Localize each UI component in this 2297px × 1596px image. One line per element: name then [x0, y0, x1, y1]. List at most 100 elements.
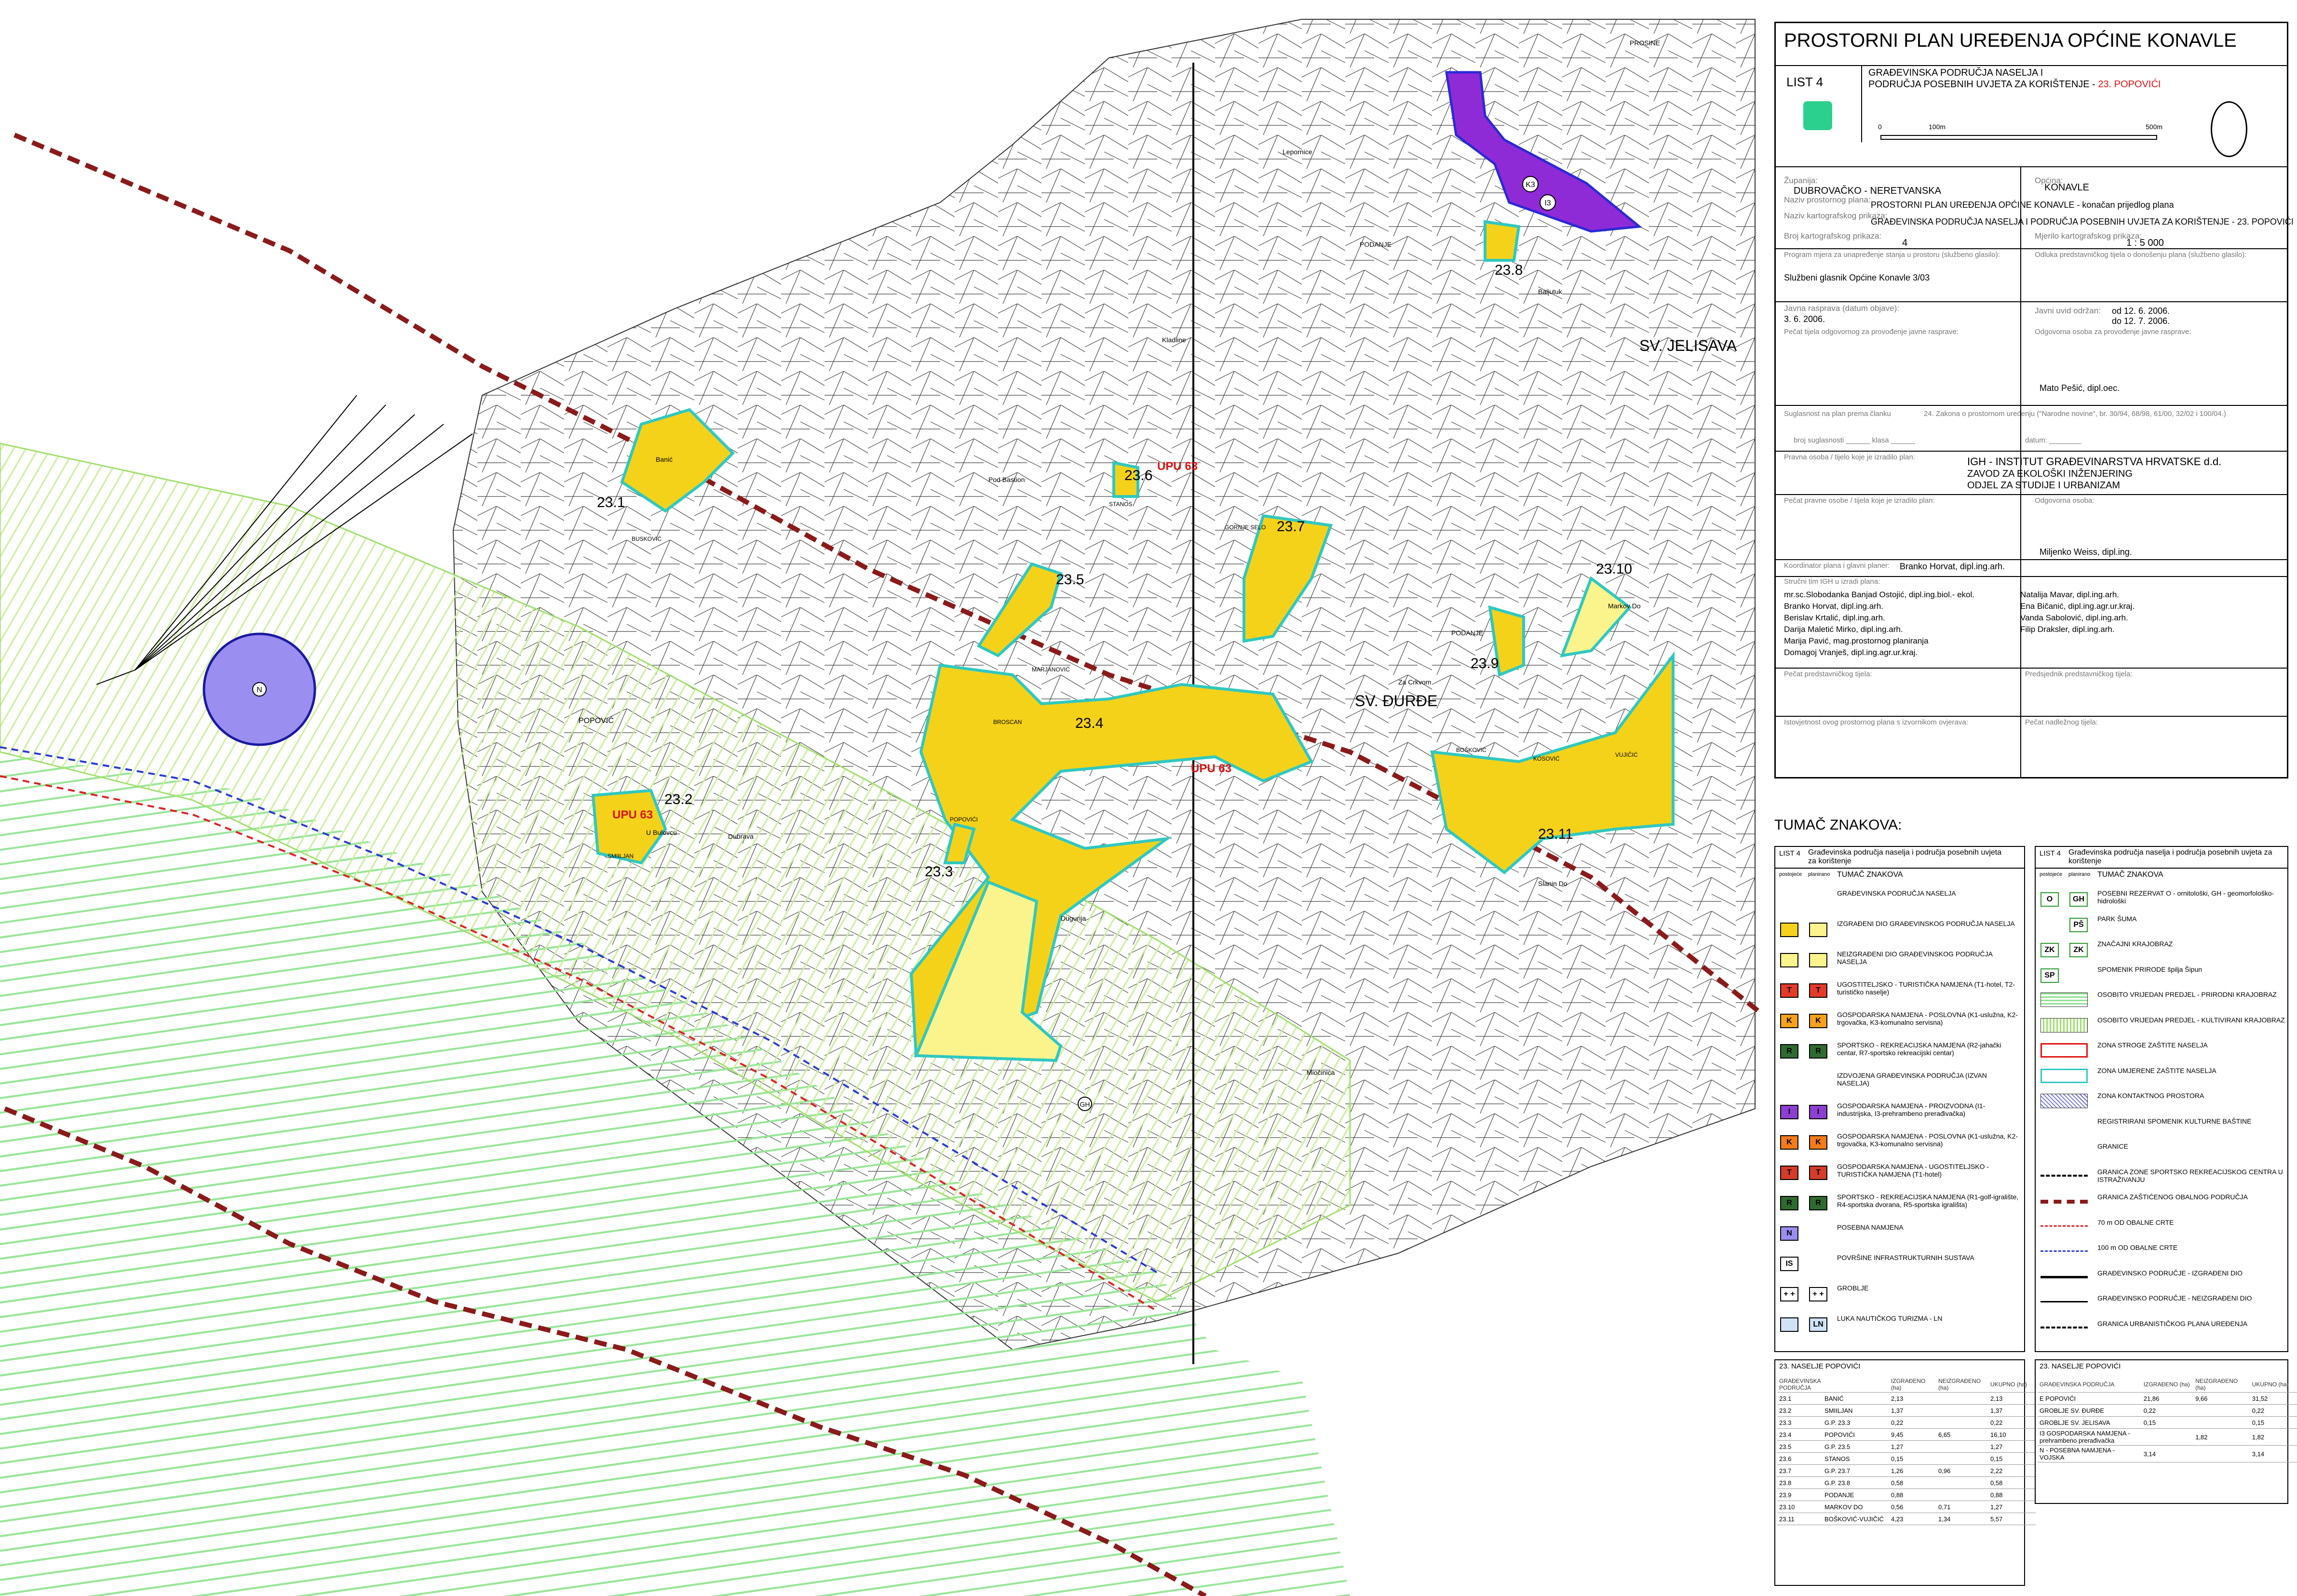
legend-item-label: 70 m OD OBALNE CRTE: [2097, 1218, 2174, 1226]
stats-header-cell: NEIZGRAĐENO (ha): [2193, 1377, 2250, 1393]
legend-item-label: ZONA UMJERENE ZAŠTITE NASELJA: [2097, 1066, 2216, 1074]
legend-item-label: POSEBNI REZERVAT O - ornitološki, GH - g…: [2097, 889, 2274, 905]
stats-cell: 1,27: [1988, 1440, 2036, 1453]
place-name: Slanin Do: [1538, 880, 1567, 887]
place-name: SV. JELISAVA: [1639, 337, 1737, 354]
place-name: VUJIČIĆ: [1615, 751, 1638, 758]
field-label: broj suglasnosti ______ klasa ______: [1794, 436, 1915, 444]
stats-cell: [1936, 1476, 1989, 1489]
legend-pattern-swatch: [2040, 1043, 2088, 1058]
stats-cell: 23.8: [1777, 1476, 1823, 1489]
stats-cell: GROBLJE SV. JELISAVA: [2038, 1416, 2142, 1429]
place-name: PROSINE: [1630, 39, 1660, 47]
place-name: PODANJE: [1451, 629, 1483, 637]
field-value: Miljenko Weiss, dipl.ing.: [2040, 547, 2132, 557]
field-value: ODJEL ZA STUDIJE I URBANIZAM: [1967, 480, 2121, 491]
stats-cell: [1936, 1416, 1989, 1429]
legend-swatch-existing: N: [1780, 1226, 1798, 1241]
stats-cell: [1936, 1452, 1989, 1465]
stats-cell: 6,65: [1936, 1428, 1989, 1441]
stats-row: 23.8 G.P. 23.8 0,58 0,58: [1777, 1476, 2036, 1489]
subtitle-highlight: 23. POPOVIĆI: [2098, 79, 2161, 90]
place-name: BROSCAN: [993, 719, 1022, 725]
stats-cell: 0,71: [1936, 1501, 1989, 1513]
legend-item-label: SPOMENIK PRIRODE špilja Šipun: [2097, 965, 2202, 973]
stats-left-title: 23. NASELJE POPOVIĆI: [1779, 1362, 1861, 1370]
stats-right-title: 23. NASELJE POPOVIĆI: [2040, 1362, 2121, 1370]
field-label: Odluka predstavničkog tijela o donošenju…: [2035, 251, 2247, 259]
stats-header-cell: GRAĐEVINSKA PODRUČJA: [1777, 1377, 1823, 1393]
field-label: Pečat nadležnog tijela:: [2025, 718, 2098, 726]
legend-item-label: GRANICA ZAŠTIĆENOG OBALNOG PODRUČJA: [2097, 1193, 2248, 1201]
place-name: SV. ĐURĐE: [1355, 692, 1437, 710]
legend-item-label: ZONA KONTAKTNOG PROSTORA: [2097, 1092, 2204, 1100]
sheet-subtitle-line1: GRAĐEVINSKA PODRUČJA NASELJA I: [1868, 67, 2043, 78]
place-name: Dugurija: [1061, 914, 1086, 922]
stats-row: GROBLJE SV. ĐURĐE 0,22 0,22: [2038, 1404, 2297, 1417]
stats-cell: 1,37: [1988, 1404, 2036, 1417]
field-label: Mjerilo kartografskog prikaza:: [2035, 231, 2142, 241]
stats-cell: 0,58: [1988, 1476, 2036, 1489]
stats-cell: G.P. 23.3: [1823, 1416, 1890, 1429]
place-name: Banić: [656, 456, 673, 463]
zone-label: 23.5: [1056, 572, 1084, 588]
legend-item-label: GROBLJE: [1837, 1284, 1869, 1292]
stats-cell: 0,88: [1988, 1489, 2036, 1501]
legend-line-swatch: [2040, 1326, 2088, 1328]
place-name: MARJANOVIĆ: [1032, 666, 1070, 673]
field-label: Predsjednik predstavničkog tijela:: [2025, 670, 2133, 678]
team-member: Berislav Krtalić, dipl.ing.arh.: [1784, 613, 1885, 622]
legend-line-swatch: [2040, 1250, 2088, 1252]
stats-cell: 1,34: [1936, 1513, 1989, 1525]
zone-label: 23.9: [1471, 656, 1499, 671]
field-value: ZAVOD ZA EKOLOŠKI INŽENJERING: [1967, 469, 2133, 479]
zone-label: 23.10: [1596, 561, 1632, 577]
stats-cell: [1936, 1404, 1989, 1417]
legend-swatch-planned: R: [1809, 1196, 1827, 1210]
stats-cell: [2193, 1416, 2250, 1429]
stats-cell: I3 GOSPODARSKA NAMJENA - prehrambeno pre…: [2038, 1428, 2142, 1446]
cadastral-map: N 23.1 23.2 23.3 23.4 23.5 23.6 23.7 23.…: [0, 19, 1762, 1596]
legend-heading: TUMAČ ZNAKOVA:: [1774, 817, 1902, 833]
legend-swatch-existing: SP: [2040, 968, 2059, 983]
field-label: Županija:: [1784, 176, 1818, 185]
field-value: 1 : 5 000: [2126, 238, 2164, 248]
title-block: PROSTORNI PLAN UREĐENJA OPĆINE KONAVLE L…: [1765, 0, 2297, 1596]
stats-cell: E POPOVIĆI: [2038, 1392, 2142, 1405]
stats-cell: PODANJE: [1823, 1489, 1890, 1501]
legend-item-label: OSOBITO VRIJEDAN PREDJEL - PRIRODNI KRAJ…: [2097, 991, 2277, 998]
stats-cell: 4,23: [1889, 1513, 1937, 1525]
military-symbol-label: N: [257, 686, 262, 694]
legend-col-planned: planirano: [1808, 872, 1830, 877]
subtitle-text: PODRUČJA POSEBNIH UVJETA ZA KORIŠTENJE -: [1868, 79, 2098, 90]
zone-label: 23.7: [1277, 519, 1305, 535]
scale-bar-zero: 0: [1878, 123, 1882, 131]
scale-bar-mid: 100m: [1929, 123, 1946, 131]
upu-label: UPU 63: [1157, 460, 1198, 473]
place-name: Lepornice: [1283, 148, 1312, 156]
stats-cell: 1,37: [1889, 1404, 1937, 1417]
place-name: Za Crkvom: [1398, 678, 1431, 686]
stats-cell: 0,15: [2250, 1416, 2297, 1429]
field-label: Pečat pravne osobe / tijela koje je izra…: [1784, 496, 1935, 505]
legend-right-sub: TUMAČ ZNAKOVA: [2097, 871, 2163, 879]
stats-cell: STANOS: [1823, 1452, 1890, 1465]
legend-swatch-planned: GH: [2069, 892, 2088, 907]
legend-line-swatch: [2040, 1275, 2088, 1278]
upu-label: UPU 63: [1191, 762, 1231, 775]
zone-23-top[interactable]: [1484, 220, 1521, 262]
stats-header-row: GRAĐEVINSKA PODRUČJA IZGRAĐENO (ha) NEIZGR…: [2038, 1377, 2297, 1393]
zone-label: 23.2: [664, 791, 692, 807]
legend-item-label: SPORTSKO - REKREACIJSKA NAMJENA (R1-golf…: [1837, 1193, 2019, 1208]
legend-sheet-label: LIST 4: [2040, 849, 2061, 858]
legend-item-label: GRANICE: [2097, 1142, 2128, 1150]
stats-header-cell: GRAĐEVINSKA PODRUČJA: [2038, 1377, 2142, 1393]
team-member: Vanda Sabolović, dipl.ing.arh.: [2020, 613, 2128, 622]
legend-item-label: ZNAČAJNI KRAJOBRAZ: [2097, 940, 2173, 948]
stats-row: 23.1 BANIĆ 2,13 2,13: [1777, 1392, 2036, 1405]
place-name: Dubrava: [728, 832, 754, 840]
legend-swatch-planned: R: [1809, 1044, 1827, 1059]
stats-header-cell: IZGRAĐENO (ha): [2141, 1377, 2194, 1393]
stats-cell: 1,27: [1988, 1501, 2036, 1513]
stats-cell: 2,22: [1988, 1464, 2036, 1477]
